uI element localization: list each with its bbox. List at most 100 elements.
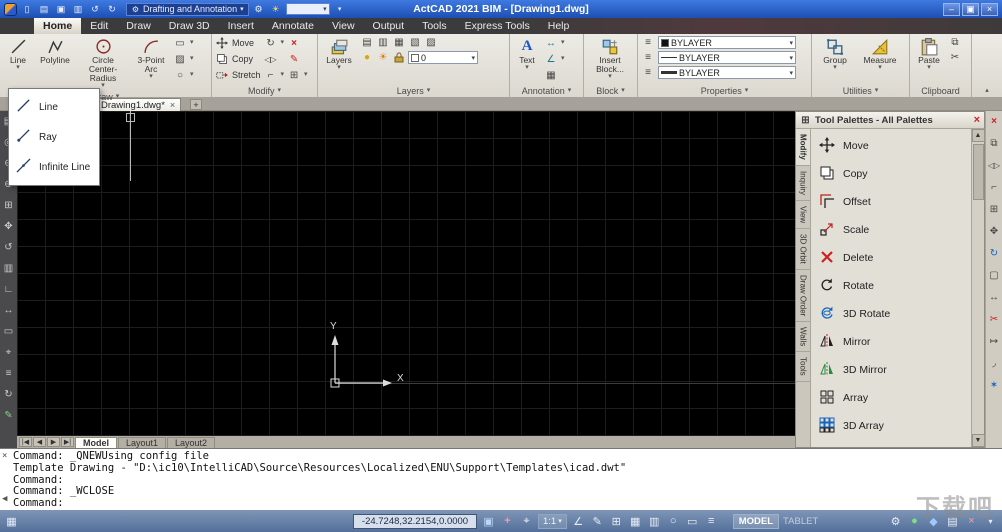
palette-close-icon[interactable]: × bbox=[974, 114, 980, 126]
ellipse-tool[interactable]: ○ ▾ bbox=[173, 68, 194, 82]
last-tab-icon[interactable]: ▶| bbox=[61, 437, 74, 447]
array-tool[interactable]: ⊞ ▾ bbox=[287, 68, 308, 82]
brightness-icon[interactable]: ☀ bbox=[269, 3, 283, 16]
leader-tool[interactable]: ∠ ▾ bbox=[544, 52, 565, 66]
group-button[interactable]: Group ▾ bbox=[815, 36, 855, 72]
properties-toggle-icon[interactable]: ≡ bbox=[641, 66, 655, 79]
block-panel-label[interactable]: Block ▾ bbox=[584, 85, 637, 97]
redo-icon[interactable]: ↻ bbox=[105, 3, 119, 16]
match-properties-icon[interactable]: ≡ bbox=[641, 36, 655, 49]
settings-gear-icon[interactable]: ⚙ bbox=[252, 3, 266, 16]
text-button[interactable]: A Text ▾ bbox=[513, 36, 541, 72]
stretch-button[interactable]: Stretch bbox=[215, 68, 261, 82]
scale-icon[interactable]: ▢ bbox=[988, 269, 1001, 282]
properties-panel-label[interactable]: Properties ▾ bbox=[638, 85, 811, 97]
palette-tab-walls[interactable]: Walls bbox=[796, 322, 810, 353]
maximize-button[interactable]: ▣ bbox=[962, 2, 979, 16]
rectangle-tool[interactable]: ▭ ▾ bbox=[173, 36, 193, 50]
trim-icon[interactable]: ✂ bbox=[988, 313, 1001, 326]
linetype-select[interactable]: BYLAYER ▾ bbox=[658, 51, 796, 64]
command-window[interactable]: × ◀ Command: _QNEWUsing config file Temp… bbox=[0, 448, 1002, 510]
layers-panel-label[interactable]: Layers ▾ bbox=[318, 85, 509, 97]
erase-icon[interactable]: × bbox=[988, 115, 1001, 128]
dynamic-input-icon[interactable]: ⌖ bbox=[519, 514, 534, 529]
dropdown-item-line[interactable]: Line bbox=[9, 92, 99, 122]
palette-item-scale[interactable]: Scale bbox=[813, 216, 969, 244]
palette-tab-draw-order[interactable]: Draw Order bbox=[796, 270, 810, 323]
properties-list-icon[interactable]: ≡ bbox=[641, 51, 655, 64]
palette-item-mirror[interactable]: Mirror bbox=[813, 328, 969, 356]
extend-icon[interactable]: ↦ bbox=[988, 335, 1001, 348]
annotation-panel-label[interactable]: Annotation ▾ bbox=[510, 85, 583, 97]
polyline-button[interactable]: Polyline bbox=[36, 36, 74, 66]
layer-previous-icon[interactable]: ▧ bbox=[408, 36, 422, 49]
palette-item-3d-array[interactable]: 3D Array bbox=[813, 412, 969, 440]
app-icon[interactable] bbox=[4, 2, 17, 16]
layer-lock-icon[interactable] bbox=[392, 51, 406, 64]
gear-icon[interactable]: ⚙ bbox=[888, 514, 903, 529]
zoom-extents-icon[interactable]: ⊞ bbox=[2, 199, 15, 212]
palette-item-rotate[interactable]: Rotate bbox=[813, 272, 969, 300]
modify-panel-label[interactable]: Modify ▾ bbox=[212, 85, 317, 97]
area-icon[interactable]: ▭ bbox=[2, 325, 15, 338]
explode-icon[interactable]: ✶ bbox=[988, 379, 1001, 392]
move-icon[interactable]: ✥ bbox=[988, 225, 1001, 238]
dimension-tool[interactable]: ↔ ▾ bbox=[544, 36, 565, 50]
menu-draw[interactable]: Draw bbox=[117, 18, 160, 34]
rotate-tool[interactable]: ↻ ▾ bbox=[264, 36, 284, 50]
mirror-tool[interactable]: ◁▷ bbox=[264, 52, 285, 66]
lineweight-toggle-icon[interactable]: ▭ bbox=[685, 514, 700, 529]
workspace-switcher[interactable]: ⚙ Drafting and Annotation ▾ bbox=[126, 2, 249, 16]
circle-button[interactable]: Circle Center-Radius ▾ bbox=[77, 36, 129, 90]
polar-tracking-icon[interactable]: ∠ bbox=[571, 514, 586, 529]
named-views-icon[interactable]: ▥ bbox=[2, 262, 15, 275]
menu-insert[interactable]: Insert bbox=[219, 18, 263, 34]
print-icon[interactable]: ▥ bbox=[71, 3, 85, 16]
pan-icon[interactable]: ✥ bbox=[2, 220, 15, 233]
open-file-icon[interactable]: ▤ bbox=[37, 3, 51, 16]
menu-output[interactable]: Output bbox=[364, 18, 414, 34]
color-select[interactable]: BYLAYER ▾ bbox=[658, 36, 796, 49]
palette-item-3d-mirror[interactable]: 3D Mirror bbox=[813, 356, 969, 384]
menu-view[interactable]: View bbox=[323, 18, 364, 34]
arc-button[interactable]: 3-Point Arc ▾ bbox=[132, 36, 170, 81]
table-tool[interactable]: ▦ bbox=[544, 68, 565, 82]
command-history-icon[interactable]: ◀ bbox=[2, 494, 7, 504]
annotate-pencil-icon[interactable]: ✎ bbox=[590, 514, 605, 529]
rotate-icon[interactable]: ↻ bbox=[988, 247, 1001, 260]
layer-states-icon[interactable]: ▥ bbox=[376, 36, 390, 49]
crosshair-toggle-icon[interactable]: + bbox=[500, 514, 515, 529]
dropdown-item-infinite-line[interactable]: Infinite Line bbox=[9, 152, 99, 182]
palette-scrollbar[interactable]: ▲ ▼ bbox=[971, 129, 985, 447]
palette-item-array[interactable]: Array bbox=[813, 384, 969, 412]
measure-button[interactable]: Measure ▾ bbox=[858, 36, 902, 72]
distance-icon[interactable]: ↔ bbox=[2, 304, 15, 317]
osnap-icon[interactable]: ○ bbox=[666, 514, 681, 529]
menu-tools[interactable]: Tools bbox=[413, 18, 456, 34]
layer-on-off-bulb-icon[interactable]: ● bbox=[360, 51, 374, 64]
model-space-toggle[interactable]: MODEL bbox=[732, 513, 780, 529]
menu-express-tools[interactable]: Express Tools bbox=[456, 18, 539, 34]
tab-layout1[interactable]: Layout1 bbox=[118, 436, 167, 448]
drawing-canvas[interactable]: X Y bbox=[17, 111, 795, 436]
prev-tab-icon[interactable]: ◀ bbox=[33, 437, 46, 447]
palette-item-offset[interactable]: Offset bbox=[813, 188, 969, 216]
scroll-thumb[interactable] bbox=[972, 144, 984, 200]
scroll-down-icon[interactable]: ▼ bbox=[971, 434, 985, 447]
dropdown-item-ray[interactable]: Ray bbox=[9, 122, 99, 152]
quick-properties-icon[interactable]: ▣ bbox=[481, 514, 496, 529]
palette-item-move[interactable]: Move bbox=[813, 132, 969, 160]
menu-annotate[interactable]: Annotate bbox=[263, 18, 323, 34]
utilities-panel-label[interactable]: Utilities ▾ bbox=[812, 85, 909, 97]
mirror-icon[interactable]: ◁▷ bbox=[988, 159, 1001, 172]
palette-item-copy[interactable]: Copy bbox=[813, 160, 969, 188]
properties-toggle-icon[interactable]: ≡ bbox=[704, 514, 719, 529]
menu-help[interactable]: Help bbox=[539, 18, 579, 34]
snap-icon[interactable]: ⊞ bbox=[609, 514, 624, 529]
palette-item-delete[interactable]: Delete bbox=[813, 244, 969, 272]
layers-button[interactable]: Layers ▾ bbox=[321, 36, 357, 72]
menu-edit[interactable]: Edit bbox=[81, 18, 117, 34]
move-button[interactable]: Move bbox=[215, 36, 261, 50]
copy-clip-icon[interactable]: ⧉ bbox=[948, 36, 962, 49]
layer-match-icon[interactable]: ▨ bbox=[424, 36, 438, 49]
